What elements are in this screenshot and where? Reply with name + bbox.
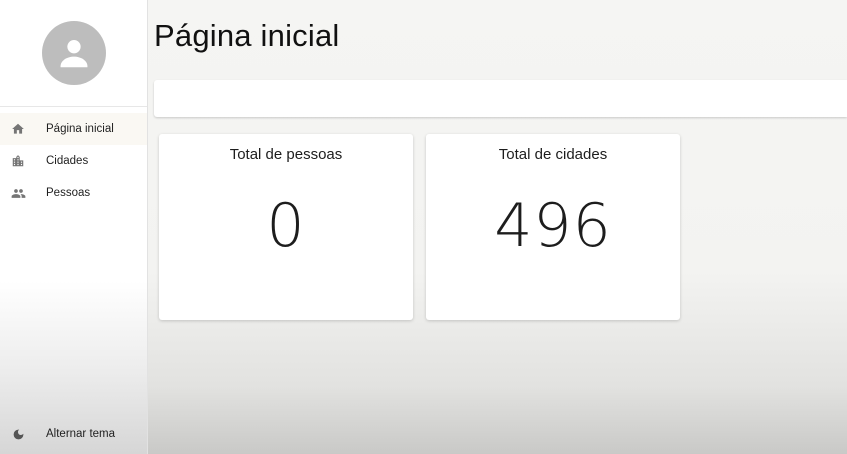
stat-card-cidades: Total de cidades 496 xyxy=(426,134,680,320)
sidebar-item-label: Cidades xyxy=(46,155,89,167)
card-value: 496 xyxy=(494,191,612,261)
page-title: Página inicial xyxy=(154,18,340,53)
sidebar-item-pessoas[interactable]: Pessoas xyxy=(0,177,147,209)
moon-icon xyxy=(10,426,26,442)
stat-card-pessoas: Total de pessoas 0 xyxy=(159,134,413,320)
avatar-area xyxy=(0,0,147,107)
theme-toggle-button[interactable]: Alternar tema xyxy=(0,418,157,450)
card-value: 0 xyxy=(266,191,306,261)
card-title: Total de pessoas xyxy=(229,146,343,163)
sidebar-item-pagina-inicial[interactable]: Página inicial xyxy=(0,113,147,145)
sidebar-item-cidades[interactable]: Cidades xyxy=(0,145,147,177)
city-icon xyxy=(10,153,26,169)
home-icon xyxy=(10,121,26,137)
person-icon xyxy=(60,40,87,68)
main-content: Página inicial Total de pessoas 0 Total … xyxy=(148,0,847,454)
people-icon xyxy=(10,185,26,201)
sidebar-item-label: Pessoas xyxy=(46,187,91,199)
sidebar: Página inicial Cidades Pessoas Alternar … xyxy=(0,0,148,454)
sidebar-item-label: Página inicial xyxy=(46,123,114,135)
toolbar xyxy=(154,80,847,117)
avatar[interactable] xyxy=(41,21,106,85)
app-root: Página inicial Cidades Pessoas Alternar … xyxy=(0,0,847,454)
sidebar-nav: Página inicial Cidades Pessoas xyxy=(0,107,147,209)
theme-toggle-label: Alternar tema xyxy=(46,428,116,440)
card-title: Total de cidades xyxy=(498,146,608,163)
